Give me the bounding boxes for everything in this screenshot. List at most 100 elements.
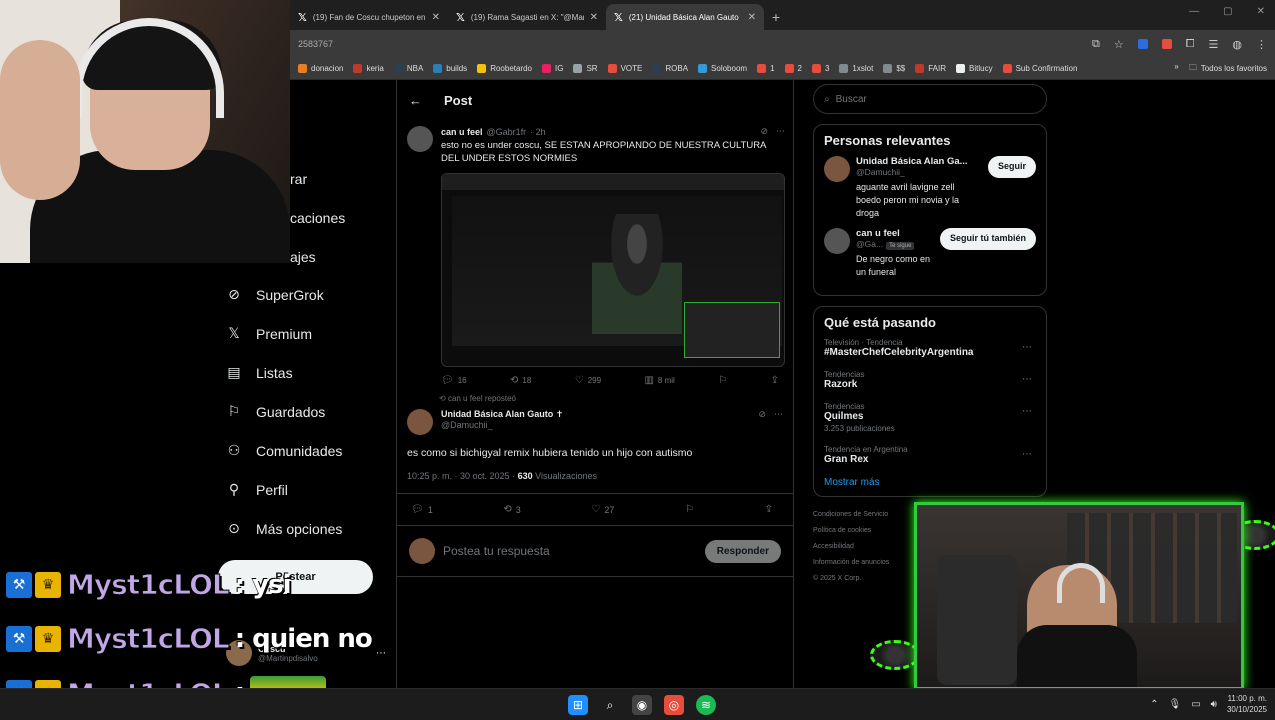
bookmark-button[interactable]: ⚐ (718, 375, 727, 386)
author-name[interactable]: can u feel (441, 127, 483, 137)
star-icon[interactable]: ☆ (1114, 38, 1124, 51)
nav-item-explore-partial[interactable]: rar (290, 171, 307, 187)
trend-item[interactable]: Tendencias Razork ⋯ (824, 370, 1036, 390)
nav-item-messages-partial[interactable]: ajes (290, 249, 316, 265)
person-item[interactable]: can u feel @Ga... Te sigue De negro como … (824, 228, 1036, 279)
maximize-icon[interactable]: ▢ (1223, 6, 1232, 17)
like-button[interactable]: ♡ 27 (591, 504, 614, 515)
more-icon[interactable]: ⋯ (774, 409, 783, 420)
follow-button[interactable]: Seguir (987, 156, 1036, 178)
author-name[interactable]: Unidad Básica Alan Gauto ✝ (441, 409, 563, 420)
bookmarks-overflow-button[interactable]: » (1174, 62, 1178, 76)
chevron-up-icon[interactable]: ⌃ (1150, 699, 1158, 710)
bookmark-item[interactable]: $$ (883, 64, 905, 73)
share-button[interactable]: ⇪ (765, 504, 773, 515)
nav-item-supergrok[interactable]: ⊘ SuperGrok (220, 275, 390, 314)
volume-icon[interactable]: 🔊︎ (1211, 699, 1217, 710)
reply-button[interactable]: 💬︎ 16 (441, 375, 467, 386)
back-arrow-icon[interactable]: ← (409, 93, 422, 108)
menu-icon[interactable]: ⋮ (1256, 38, 1267, 51)
search-icon[interactable]: ⌕ (600, 695, 620, 715)
trend-item[interactable]: Televisión · Tendencia #MasterChefCelebr… (824, 338, 1036, 358)
bookmark-item[interactable]: SR (573, 64, 598, 73)
microphone-icon[interactable]: 🎙︎ (1168, 699, 1181, 710)
extension-icon[interactable] (1137, 39, 1148, 49)
trend-item[interactable]: Tendencias Quilmes 3.253 publicaciones ⋯ (824, 402, 1036, 433)
more-icon[interactable]: ⋯ (1022, 342, 1032, 353)
more-icon[interactable]: ⋯ (776, 126, 785, 137)
show-more-link[interactable]: Mostrar más (824, 477, 1036, 488)
bookmark-item[interactable]: ROBA (652, 64, 688, 73)
extension-icon[interactable] (1161, 39, 1172, 49)
bookmark-button[interactable]: ⚐ (685, 504, 694, 515)
all-bookmarks-folder[interactable]: 🗀 Todos los favoritos (1189, 62, 1267, 76)
chrome-icon[interactable]: ◎ (664, 695, 684, 715)
url-field[interactable]: 2583767 (298, 39, 1092, 49)
nav-item-profile[interactable]: ⚲ Perfil (220, 470, 390, 509)
grok-icon[interactable]: ⊘ (760, 126, 768, 137)
close-icon[interactable]: ✕ (748, 12, 756, 23)
bookmark-item[interactable]: Bitlucy (956, 64, 993, 73)
like-button[interactable]: ♡ 299 (575, 375, 601, 386)
more-icon[interactable]: ⋯ (1022, 374, 1032, 385)
puzzle-icon[interactable]: ⧠ (1186, 38, 1195, 51)
browser-tab-1[interactable]: 𝕏 (19) Fan de Coscu chupeton en ✕ (290, 4, 448, 30)
reply-button[interactable]: 💬︎ 1 (411, 504, 433, 515)
nav-item-more-options[interactable]: ⊙ Más opciones (220, 509, 390, 548)
avatar[interactable] (407, 409, 433, 435)
bookmark-item[interactable]: Roobetardo (477, 64, 532, 73)
browser-tab-3-active[interactable]: 𝕏 (21) Unidad Básica Alan Gauto ✕ (606, 4, 764, 30)
more-icon[interactable]: ⋯ (1022, 406, 1032, 417)
bookmark-item[interactable]: VOTE (607, 64, 642, 73)
author-handle[interactable]: @Damuchii_ (441, 420, 493, 430)
share-button[interactable]: ⇪ (771, 375, 779, 386)
spotify-icon[interactable]: ≋ (696, 695, 716, 715)
nav-item-lists[interactable]: ▤ Listas (220, 353, 390, 392)
bookmark-item[interactable]: IG (542, 64, 563, 73)
bookmark-item[interactable]: NBA (393, 64, 423, 73)
avatar[interactable] (407, 126, 433, 152)
reply-submit-button[interactable]: Responder (704, 539, 781, 563)
nav-item-bookmarks[interactable]: ⚐ Guardados (220, 392, 390, 431)
bookmark-item[interactable]: 1 (757, 64, 775, 73)
windows-start-icon[interactable]: ⊞ (568, 695, 588, 715)
author-handle[interactable]: @Gabr1fr (487, 127, 527, 137)
bookmark-item[interactable]: 1xslot (839, 64, 873, 73)
bookmark-item[interactable]: donacion (298, 64, 343, 73)
network-icon[interactable]: ▭ (1191, 699, 1200, 710)
close-window-icon[interactable]: ✕ (1257, 6, 1265, 17)
bookmark-item[interactable]: builds (433, 64, 467, 73)
bookmark-item[interactable]: 2 (784, 64, 802, 73)
bookmark-item[interactable]: keria (353, 64, 384, 73)
sidebar-icon[interactable]: ☰ (1209, 38, 1219, 51)
avatar[interactable] (824, 156, 850, 182)
taskbar-clock[interactable]: 11:00 p. m. 30/10/2025 (1227, 693, 1267, 715)
avatar[interactable] (824, 228, 850, 254)
minimize-icon[interactable]: — (1189, 6, 1199, 17)
nav-item-communities[interactable]: ⚇ Comunidades (220, 431, 390, 470)
more-icon[interactable]: ⋯ (1022, 449, 1032, 460)
follow-back-button[interactable]: Seguir tú también (939, 228, 1036, 250)
close-icon[interactable]: ✕ (432, 12, 440, 23)
bookmark-item[interactable]: FAIR (915, 64, 946, 73)
bookmark-item[interactable]: Soloboom (698, 64, 747, 73)
bookmark-item[interactable]: 3 (811, 64, 829, 73)
new-tab-button[interactable]: + (764, 4, 788, 30)
tweet-media-screenshot[interactable] (441, 173, 785, 367)
nav-item-notifications-partial[interactable]: caciones (290, 210, 345, 226)
screen-cast-icon[interactable]: ⧉ (1092, 38, 1100, 51)
views-button[interactable]: ▥ 8 mil (644, 375, 674, 386)
person-name[interactable]: can u feel (856, 228, 934, 239)
profile-icon[interactable]: ◍ (1232, 38, 1242, 51)
trend-item[interactable]: Tendencia en Argentina Gran Rex ⋯ (824, 445, 1036, 465)
person-item[interactable]: Unidad Básica Alan Ga... @Damuchii_ agua… (824, 156, 1036, 220)
browser-tab-2[interactable]: 𝕏 (19) Rama Sagasti en X: "@Mar ✕ (448, 4, 606, 30)
close-icon[interactable]: ✕ (590, 12, 598, 23)
person-name[interactable]: Unidad Básica Alan Ga... (856, 156, 982, 167)
repost-button[interactable]: ⟲ 3 (503, 504, 520, 515)
repost-button[interactable]: ⟲ 18 (510, 375, 531, 386)
quoting-tweet[interactable]: can u feel @Gabr1fr · 2h ⊘ ⋯ esto no es u… (397, 120, 793, 392)
reply-input[interactable]: Postea tu respuesta (443, 544, 697, 558)
app-icon[interactable]: ◉ (632, 695, 652, 715)
search-input[interactable]: ⌕ Buscar (813, 84, 1047, 114)
